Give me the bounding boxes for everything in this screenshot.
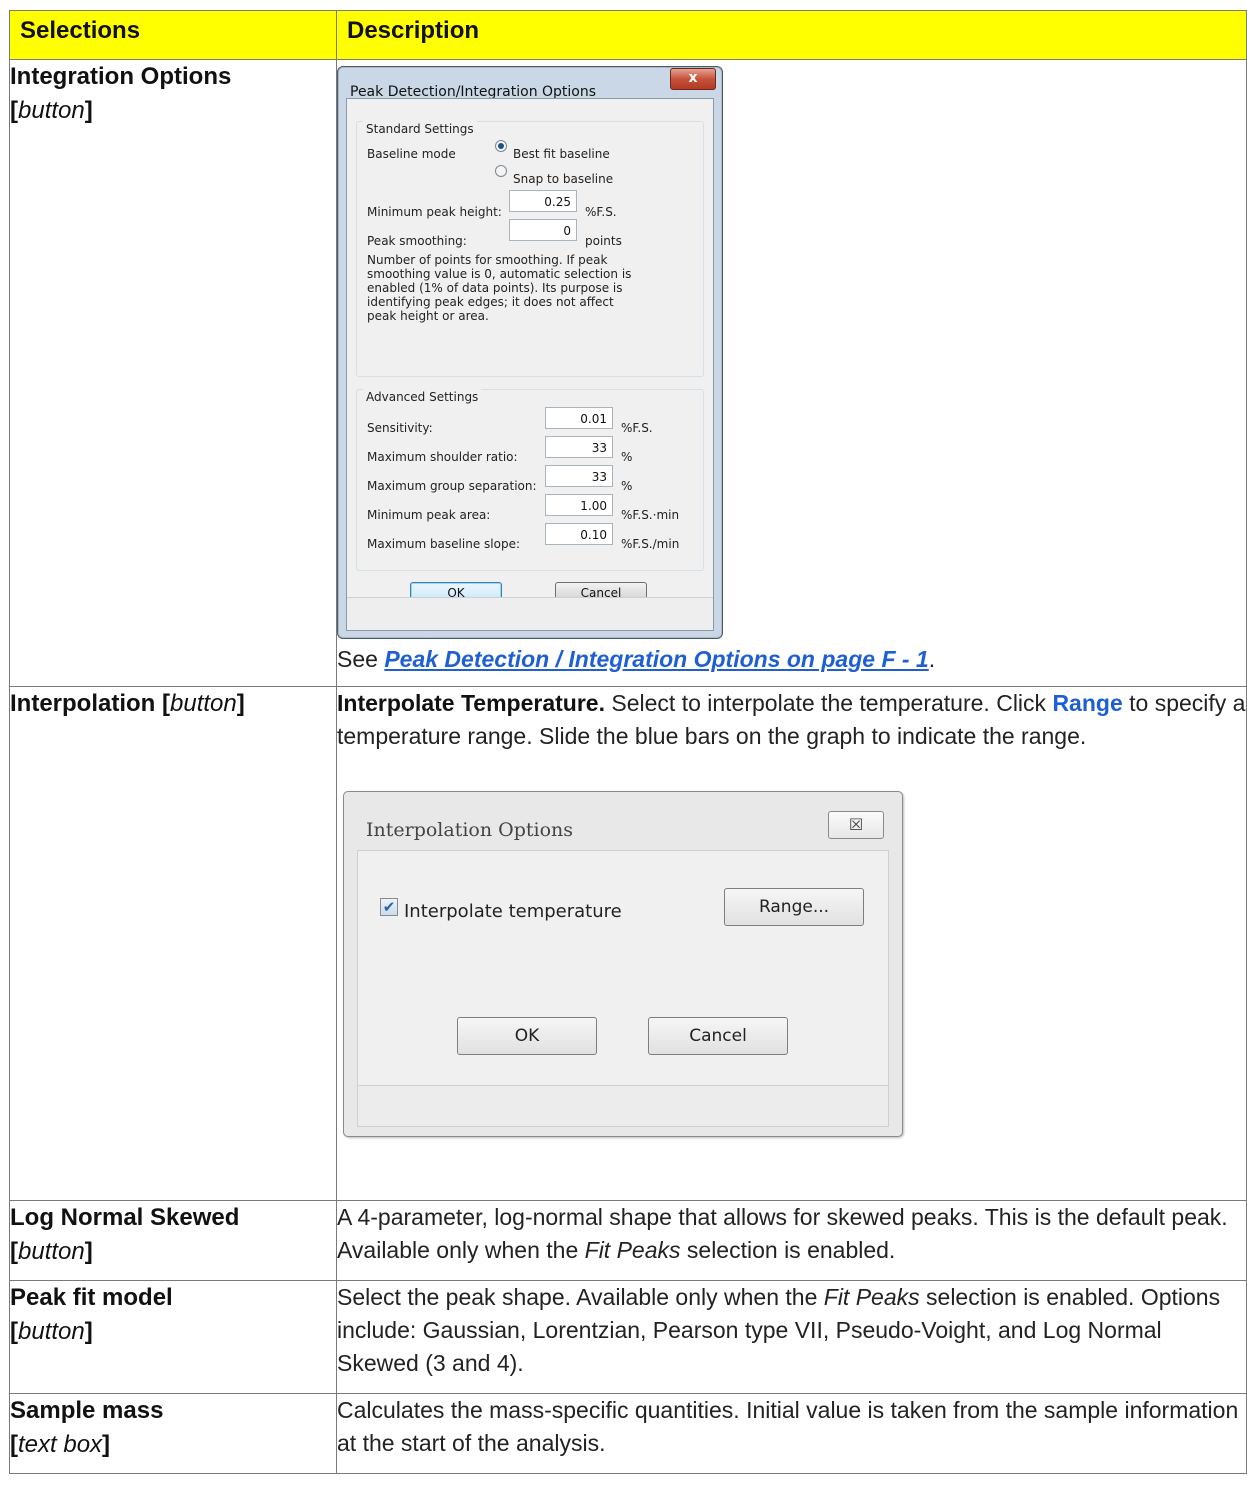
baseline-slope-input[interactable]: 0.10 bbox=[545, 523, 613, 545]
selection-name: Log Normal Skewed bbox=[10, 1204, 240, 1231]
min-peak-area-input[interactable]: 1.00 bbox=[545, 494, 613, 516]
ok-button[interactable]: OK bbox=[457, 1017, 597, 1055]
radio-best-fit-baseline[interactable] bbox=[495, 140, 507, 152]
selection-cell: Sample mass [text box] bbox=[9, 1393, 337, 1474]
selection-cell: Integration Options [button] bbox=[9, 59, 337, 687]
selection-name: Peak fit model bbox=[10, 1284, 173, 1311]
interpolation-options-dialog: Interpolation Options ☒ ✔ Interpolate te… bbox=[343, 791, 903, 1137]
baseline-slope-unit: %F.S./min bbox=[621, 537, 680, 551]
close-icon[interactable]: x bbox=[670, 68, 716, 90]
smoothing-note: Number of points for smoothing. If peak … bbox=[367, 253, 632, 323]
selection-name: Interpolation bbox=[10, 690, 156, 717]
selection-type: button bbox=[18, 1238, 85, 1265]
table-row: Integration Options [button] Peak Detect… bbox=[9, 59, 1247, 687]
desc-italic: Fit Peaks bbox=[584, 1237, 681, 1263]
selection-type: button bbox=[18, 1318, 85, 1345]
see-suffix: . bbox=[928, 646, 936, 672]
interpolate-temperature-label[interactable]: Interpolate temperature bbox=[404, 895, 622, 928]
description-cell: Select the peak shape. Available only wh… bbox=[336, 1280, 1247, 1394]
selection-cell: Log Normal Skewed [button] bbox=[9, 1200, 337, 1281]
description-cell: Peak Detection/Integration Options x Sta… bbox=[336, 59, 1247, 687]
baseline-slope-label: Maximum baseline slope: bbox=[367, 537, 520, 551]
baseline-mode-label: Baseline mode bbox=[367, 147, 456, 161]
selection-cell: Peak fit model [button] bbox=[9, 1280, 337, 1394]
selection-name: Integration Options bbox=[10, 63, 232, 90]
integration-options-dialog: Peak Detection/Integration Options x Sta… bbox=[337, 66, 723, 639]
selection-cell: Interpolation [button] bbox=[9, 686, 337, 1201]
desc-text-a: Calculates the mass-specific quantities.… bbox=[337, 1397, 1239, 1456]
shoulder-ratio-input[interactable]: 33 bbox=[545, 436, 613, 458]
selection-type: button bbox=[170, 690, 237, 717]
status-bar bbox=[347, 597, 713, 630]
cancel-button[interactable]: Cancel bbox=[648, 1017, 788, 1055]
description-cell: A 4-parameter, log-normal shape that all… bbox=[336, 1200, 1247, 1281]
status-bar bbox=[358, 1085, 888, 1126]
interpolate-temperature-checkbox[interactable]: ✔ bbox=[380, 898, 398, 916]
table-row: Sample mass [text box] Calculates the ma… bbox=[9, 1393, 1247, 1474]
selection-name: Sample mass bbox=[10, 1397, 164, 1424]
interpolation-description: Interpolate Temperature. Select to inter… bbox=[337, 687, 1246, 753]
table-row: Log Normal Skewed [button] A 4-parameter… bbox=[9, 1200, 1247, 1281]
selections-table: Selections Description Integration Optio… bbox=[9, 10, 1247, 1474]
see-prefix: See bbox=[337, 646, 385, 672]
desc-text-a: Select to interpolate the temperature. C… bbox=[604, 690, 1053, 716]
dialog-client-area: ✔ Interpolate temperature Range... OK Ca… bbox=[357, 850, 889, 1127]
table-row: Peak fit model [button] Select the peak … bbox=[9, 1280, 1247, 1394]
desc-text-b: selection is enabled. bbox=[680, 1237, 896, 1263]
radio-snap-to-baseline[interactable] bbox=[495, 165, 507, 177]
desc-italic: Fit Peaks bbox=[823, 1284, 920, 1310]
group-separation-input[interactable]: 33 bbox=[545, 465, 613, 487]
close-icon[interactable]: ☒ bbox=[828, 811, 884, 839]
header-selections: Selections bbox=[9, 10, 337, 60]
selection-type: text box bbox=[18, 1431, 103, 1458]
see-reference: See Peak Detection / Integration Options… bbox=[337, 643, 1246, 676]
description-cell: Interpolate Temperature. Select to inter… bbox=[336, 686, 1247, 1201]
peak-smoothing-input[interactable]: 0 bbox=[509, 219, 577, 241]
table-row: Interpolation [button] Interpolate Tempe… bbox=[9, 686, 1247, 1201]
description-cell: Calculates the mass-specific quantities.… bbox=[336, 1393, 1247, 1474]
range-reference: Range bbox=[1052, 690, 1123, 716]
dialog-title: Interpolation Options bbox=[366, 819, 574, 841]
see-link[interactable]: Peak Detection / Integration Options on … bbox=[384, 646, 928, 672]
sensitivity-input[interactable]: 0.01 bbox=[545, 407, 613, 429]
selection-type: button bbox=[18, 97, 85, 124]
table-header-row: Selections Description bbox=[9, 10, 1247, 60]
group-label: Advanced Settings bbox=[363, 381, 482, 414]
desc-text-a: Select the peak shape. Available only wh… bbox=[337, 1284, 824, 1310]
dialog-client-area: Standard Settings Baseline mode Best fit… bbox=[346, 98, 714, 631]
min-peak-height-input[interactable]: 0.25 bbox=[509, 190, 577, 212]
header-description: Description bbox=[336, 10, 1247, 60]
desc-bold: Interpolate Temperature. bbox=[337, 690, 605, 716]
range-button[interactable]: Range... bbox=[724, 888, 864, 926]
